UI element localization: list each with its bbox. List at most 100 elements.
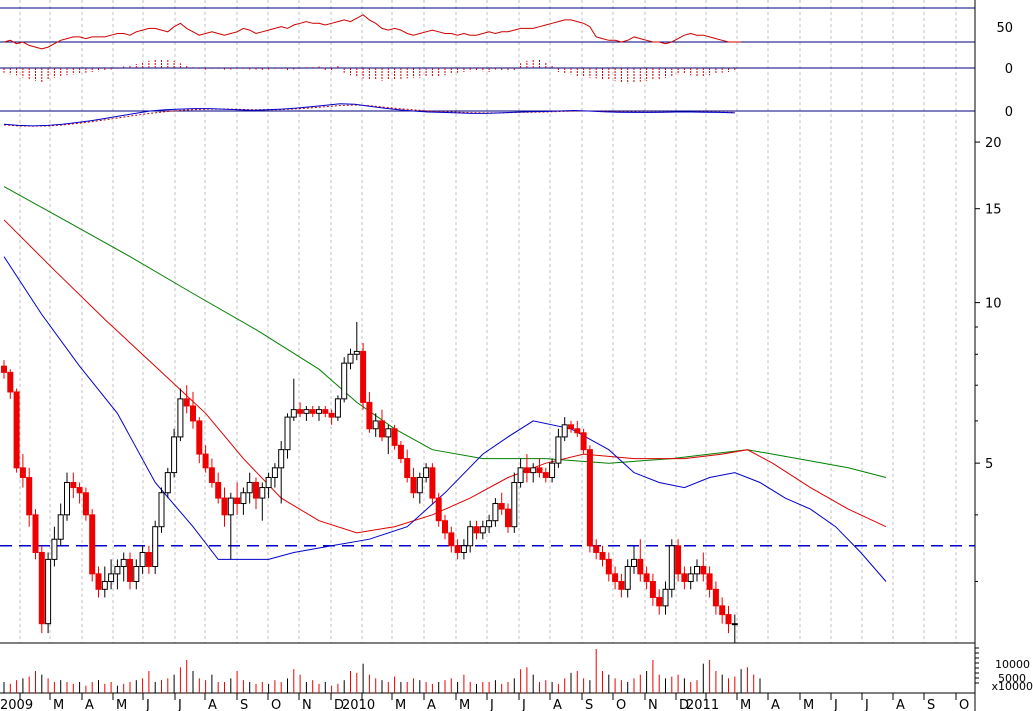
candle-body-103: [649, 580, 656, 598]
x-label-15: J: [489, 698, 494, 711]
candle-body-16: [101, 580, 108, 590]
candle-body-114: [719, 605, 726, 616]
candle-body-36: [227, 497, 234, 516]
candle-body-15: [95, 573, 102, 590]
candle-body-57: [360, 350, 367, 403]
x-label-30: O: [959, 698, 969, 711]
ma-long-line: [3, 186, 887, 478]
candle-body-42: [265, 476, 272, 489]
rsi-line: [3, 14, 742, 50]
candle-body-5: [32, 514, 39, 553]
x-label-8: O: [271, 698, 281, 711]
candle-body-50: [316, 409, 322, 414]
candle-body-80: [505, 508, 511, 528]
candle-body-52: [328, 412, 335, 418]
candle-body-115: [725, 614, 732, 625]
candle-body-87: [549, 462, 556, 478]
candle-body-9: [57, 514, 64, 540]
candle-body-105: [662, 588, 669, 607]
candle-body-30: [190, 405, 196, 422]
x-label-5: J: [177, 698, 182, 711]
x-label-16: J: [521, 698, 526, 711]
x-label-18: S: [585, 698, 593, 711]
candle-body-11: [70, 481, 77, 489]
candle-body-59: [372, 420, 379, 430]
price-tick-label-1: 15: [985, 203, 1002, 218]
x-label-9: N: [302, 698, 312, 711]
candle-body-84: [530, 467, 537, 474]
candle-body-62: [391, 428, 398, 446]
candle-body-110: [694, 566, 700, 575]
candle-body-116: [731, 623, 738, 626]
candle-body-98: [618, 580, 625, 590]
candle-body-6: [38, 551, 45, 625]
indicator-label-0: 50: [996, 21, 1013, 36]
x-label-4: J: [145, 698, 150, 711]
candle-body-74: [467, 526, 474, 547]
candle-body-109: [687, 573, 694, 582]
candle-body-100: [631, 558, 637, 568]
candle-body-77: [486, 520, 493, 528]
candle-body-35: [221, 497, 228, 516]
candle-body-106: [668, 545, 675, 590]
candle-body-70: [442, 520, 448, 534]
time-axis: 2009 M A M J J A S O N D2010 M A M J J A S O N D2011 M A M J J A S O: [0, 693, 969, 711]
vertical-grid: [19, 0, 957, 643]
candle-body-41: [259, 487, 266, 499]
x-label-13: A: [427, 698, 436, 711]
x-label-24: A: [771, 698, 780, 711]
x-label-2: A: [85, 698, 94, 711]
candle-body-37: [234, 497, 241, 505]
candle-body-34: [215, 481, 222, 499]
candle-body-2: [13, 391, 20, 469]
x-label-29: S: [927, 698, 935, 711]
candle-body-55: [347, 353, 354, 364]
candle-body-102: [643, 573, 650, 582]
candle-body-95: [599, 551, 606, 560]
macd-line: [3, 103, 735, 127]
candle-body-7: [45, 558, 52, 625]
candle-body-113: [712, 588, 719, 607]
candle-body-107: [675, 545, 682, 575]
candle-body-14: [89, 514, 96, 575]
candle-body-29: [183, 398, 190, 407]
candle-body-20: [127, 558, 133, 582]
candle-body-85: [536, 467, 543, 474]
candle-body-63: [397, 444, 404, 460]
macd-signal-line: [3, 104, 735, 127]
candle-body-67: [423, 467, 430, 478]
x-label-11: 2010: [342, 698, 375, 711]
candle-body-65: [410, 476, 417, 494]
volume-label-2: x10000: [991, 680, 1033, 693]
candle-body-25: [158, 492, 165, 528]
candle-body-91: [574, 428, 581, 434]
candle-body-112: [706, 573, 713, 590]
indicator-label-1: 0: [1005, 62, 1013, 77]
x-label-7: S: [240, 698, 248, 711]
candle-body-92: [580, 432, 587, 451]
candle-body-27: [171, 436, 178, 474]
candle-body-4: [26, 476, 33, 516]
candle-body-44: [278, 449, 285, 469]
candle-body-49: [309, 409, 316, 414]
candle-body-75: [473, 526, 480, 534]
candle-body-72: [454, 545, 461, 553]
candle-body-56: [353, 350, 360, 355]
candle-body-26: [164, 472, 171, 494]
price-tick-label-0: 20: [985, 136, 1002, 151]
candle-body-99: [624, 566, 631, 590]
macd-line-panel: [3, 103, 735, 127]
candle-body-12: [76, 487, 83, 494]
x-label-6: A: [208, 698, 217, 711]
candle-body-18: [114, 566, 121, 575]
candle-body-28: [177, 398, 184, 438]
candle-body-24: [152, 526, 159, 568]
volume-panel: [3, 649, 761, 693]
x-label-23: M: [740, 698, 751, 711]
candle-body-23: [145, 551, 152, 568]
volume-label-0: 10000: [995, 658, 1030, 671]
candle-body-96: [605, 558, 612, 575]
candle-body-53: [334, 398, 341, 418]
candle-body-32: [202, 453, 209, 469]
candle-body-47: [297, 409, 304, 414]
